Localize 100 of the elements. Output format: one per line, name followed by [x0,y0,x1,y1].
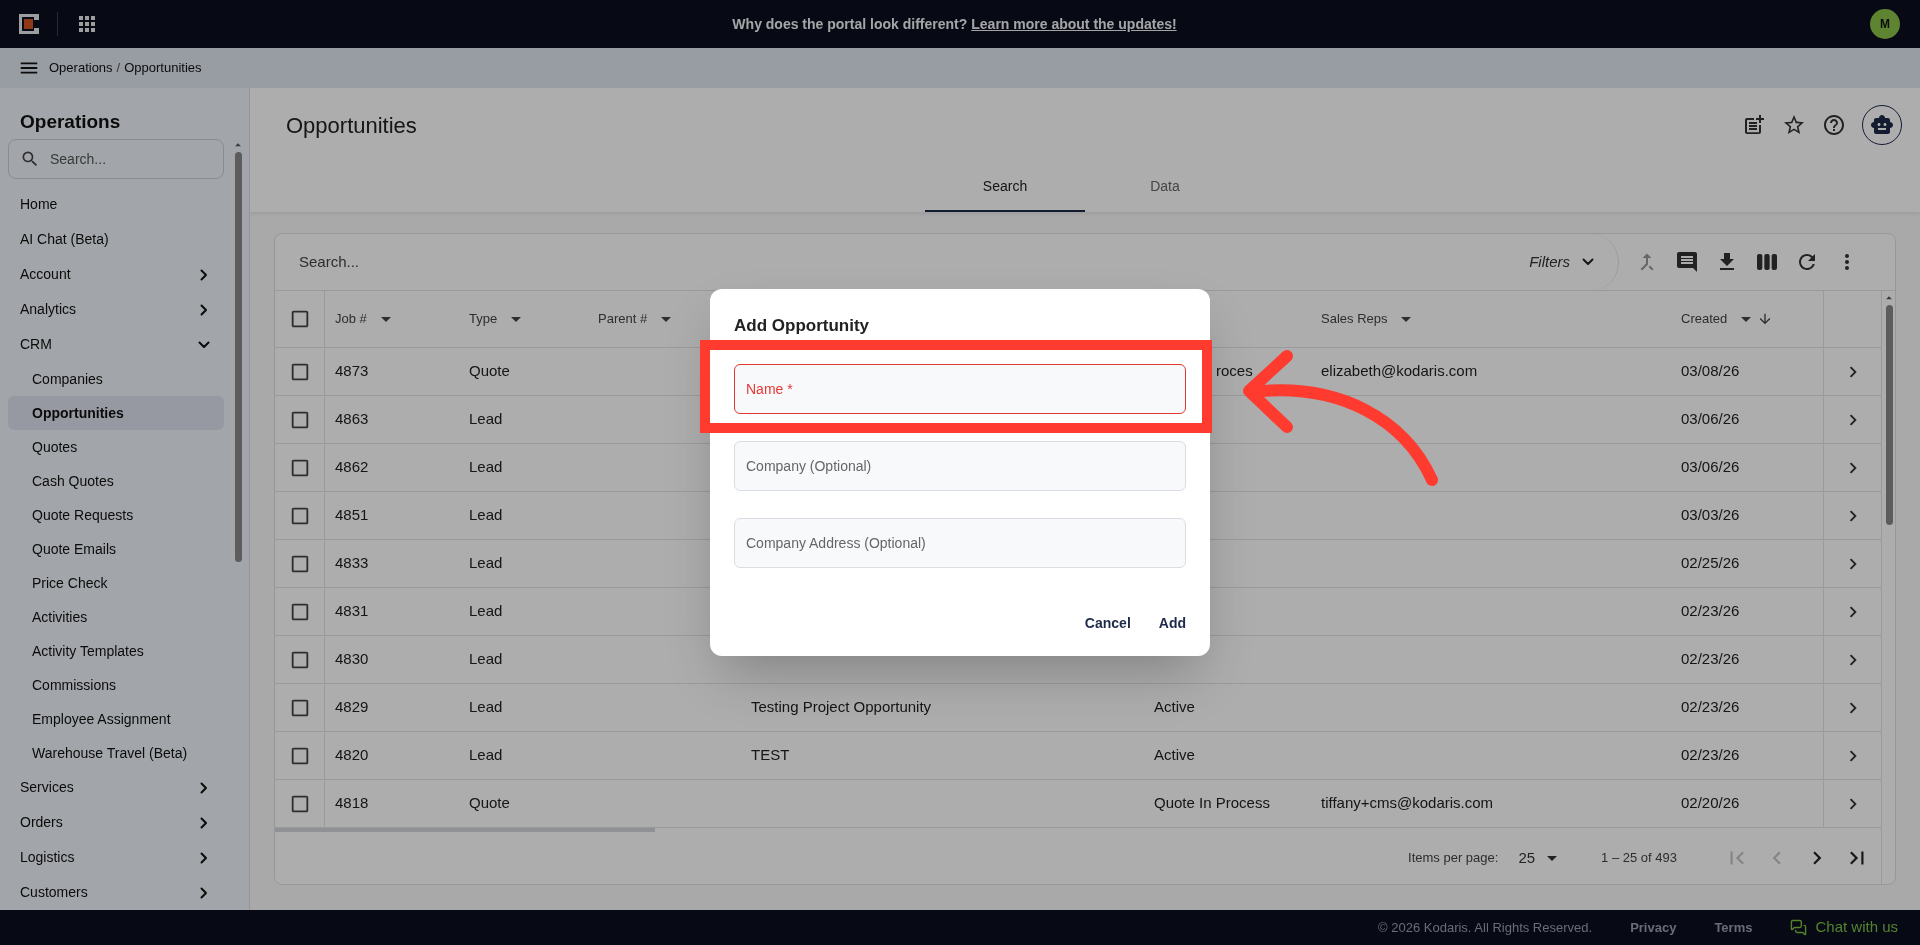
dropdown-icon[interactable] [1401,316,1412,322]
table-cell: 03/08/26 [1681,362,1740,380]
chevron-right-icon [200,886,208,899]
sidebar-group[interactable]: Customers [0,875,232,910]
group-label: Account [20,265,71,284]
table-cell: tiffany+cms@kodaris.com [1321,794,1494,812]
page-title: Opportunities [286,111,417,140]
sidebar-item[interactable]: Employee Assignment [8,702,224,736]
group-label: Analytics [20,300,77,319]
sidebar-item[interactable]: Home [0,187,232,222]
robot-icon [1870,113,1894,137]
column-header[interactable]: Job # [325,291,459,347]
dialog-button[interactable]: Cancel [1084,612,1131,634]
table-cell: 02/23/26 [1681,602,1740,620]
sidebar-group[interactable]: Logistics [0,840,232,875]
chat-link[interactable]: Chat with us [1790,916,1898,939]
add-note-icon[interactable] [1742,113,1766,137]
table-cell: elizabeth@kodaris.com [1321,362,1478,380]
group-label: Services [20,778,74,797]
table-row[interactable]: 4829 Lead Testing Project Opportunity Active 02/23/26 [275,684,1881,732]
table-cell: 4862 [335,458,369,476]
table-cell: 02/25/26 [1681,554,1740,572]
table-cell: Lead [469,410,503,428]
page-range: 1 – 25 of 493 [1601,849,1677,868]
comment-icon[interactable] [1675,250,1699,274]
dialog-button[interactable]: Add [1158,612,1186,634]
chevron-right-icon [200,303,208,316]
table-cell: 4873 [335,362,369,380]
sidebar-item[interactable]: AI Chat (Beta) [0,222,232,257]
sidebar-group[interactable]: Services [0,770,232,805]
logo-icon[interactable] [18,13,40,35]
search-field[interactable]: Search... [8,139,224,179]
sidebar-item[interactable]: Commissions [8,668,224,702]
dropdown-icon[interactable] [661,316,672,322]
table-cell: 4818 [335,794,369,812]
chevron-down-icon [198,340,210,349]
table-cell: 02/20/26 [1681,794,1740,812]
table-cell: 03/06/26 [1681,458,1740,476]
column-header[interactable]: Type [459,291,588,347]
table-cell: Lead [469,554,503,572]
group-label: Logistics [20,848,75,867]
table-cell: 02/23/26 [1681,746,1740,764]
sidebar-item[interactable]: Opportunities [8,396,224,430]
help-icon[interactable] [1822,113,1846,137]
dropdown-icon[interactable] [380,316,391,322]
table-cell: Quote [469,362,510,380]
table-cell: 03/06/26 [1681,410,1740,428]
sidebar-group[interactable]: Account [0,257,232,292]
table-cell: Lead [469,746,503,764]
sidebar-item[interactable]: Activity Templates [8,634,224,668]
sidebar-item[interactable]: Activities [8,600,224,634]
page-size-select[interactable]: 25 [1518,846,1558,870]
table-cell: 4820 [335,746,369,764]
chevron-down-icon [1582,258,1594,266]
sidebar-item[interactable]: Price Check [8,566,224,600]
dropdown-icon[interactable] [511,316,522,322]
table-cell: 03/03/26 [1681,506,1740,524]
column-header[interactable]: Sales Reps [1311,291,1671,347]
scrollbar-thumb[interactable] [1885,305,1893,525]
items-per-page-label: Items per page: [1408,849,1499,868]
announcement-link[interactable]: Learn more about the updates! [971,13,1177,35]
dropdown-icon[interactable] [1741,316,1752,322]
copyright-text: © 2026 Kodaris. All Rights Reserved. [1378,918,1593,937]
text-field[interactable]: Name * [734,363,1186,414]
user-avatar[interactable]: M [1870,9,1900,39]
sidebar-group[interactable]: CRM [0,327,232,362]
table-cell: TEST [751,746,790,764]
chevron-right-icon [200,268,208,281]
table-cell: Active [1154,746,1195,764]
breadcrumb-link[interactable]: Operations [49,58,113,78]
tab[interactable]: Search [925,162,1085,212]
announcement-text: Why does the portal look different? [732,14,968,34]
sidebar-title: Operations [19,110,122,134]
table-search-field[interactable]: Search... [299,250,899,274]
chat-icon [1790,919,1808,936]
footer-link[interactable]: Terms [1714,917,1753,938]
dialog-title: Add Opportunity [734,315,871,337]
column-header[interactable]: Created [1671,291,1823,347]
sidebar-group[interactable]: Analytics [0,292,232,327]
sidebar-item[interactable]: Quote Emails [8,532,224,566]
sidebar-item[interactable]: Companies [8,362,224,396]
sidebar-item[interactable]: Quote Requests [8,498,224,532]
breadcrumb-link[interactable]: Opportunities [124,58,202,78]
sidebar-item[interactable]: Warehouse Travel (Beta) [8,736,224,770]
table-cell: Quote In Process [1154,794,1270,812]
sidebar-group[interactable]: Orders [0,805,232,840]
sidebar-item[interactable]: Cash Quotes [8,464,224,498]
group-label: CRM [20,335,52,354]
table-cell: Lead [469,506,503,524]
chevron-right-icon [200,851,208,864]
table-row[interactable]: 4820 Lead TEST Active 02/23/26 [275,732,1881,780]
search-icon [20,149,40,169]
footer-link[interactable]: Privacy [1630,917,1677,938]
table-cell: 02/23/26 [1681,650,1740,668]
star-icon[interactable] [1782,113,1806,137]
table-cell: 4863 [335,410,369,428]
dropdown-icon[interactable] [1547,855,1558,861]
tab[interactable]: Data [1085,162,1245,212]
sidebar-item[interactable]: Quotes [8,430,224,464]
filters-button[interactable]: Filters [1513,234,1619,291]
